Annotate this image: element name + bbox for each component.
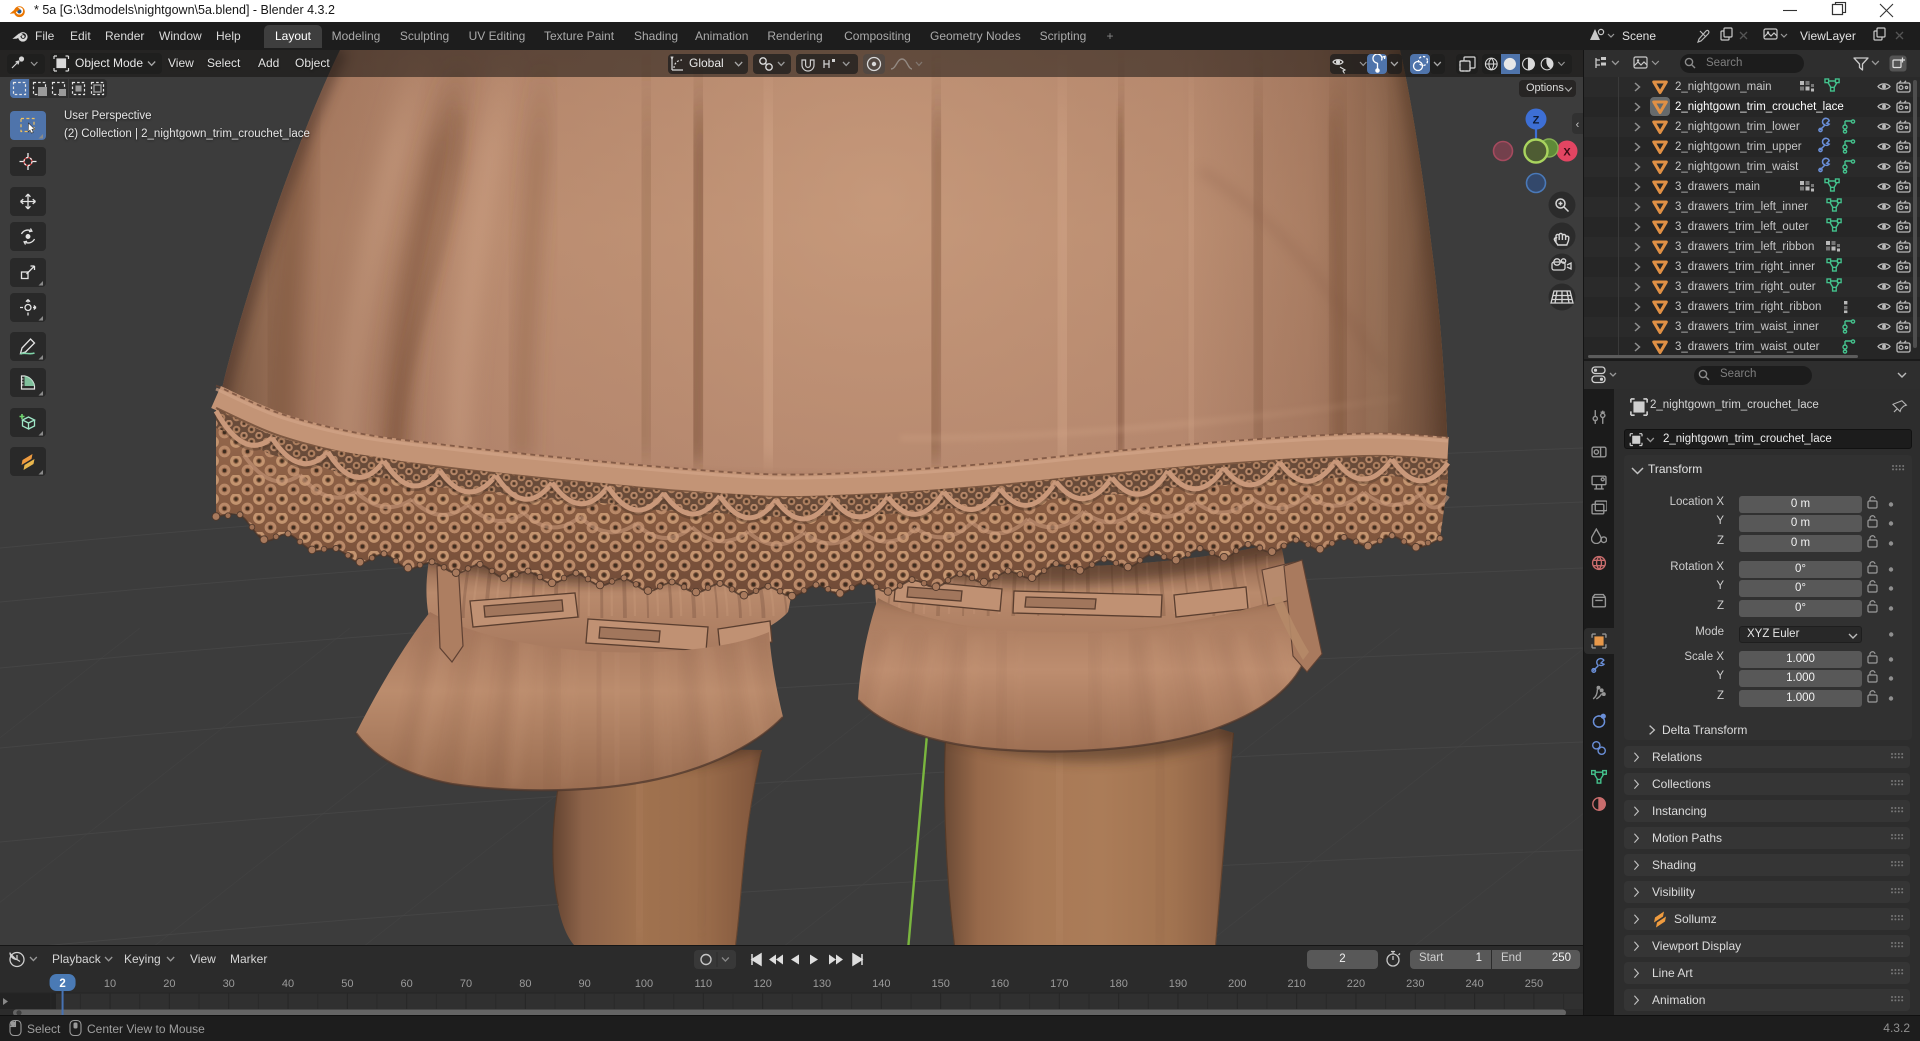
svg-text:100: 100 xyxy=(635,978,653,990)
svg-text:80: 80 xyxy=(519,978,531,990)
svg-text:ViewLayer: ViewLayer xyxy=(1800,29,1856,43)
svg-text:150: 150 xyxy=(931,978,949,990)
svg-text:130: 130 xyxy=(813,978,831,990)
svg-text:240: 240 xyxy=(1465,978,1483,990)
svg-text:170: 170 xyxy=(1050,978,1068,990)
svg-text:50: 50 xyxy=(341,978,353,990)
svg-text:Center View to Mouse: Center View to Mouse xyxy=(87,1022,205,1036)
svg-text:220: 220 xyxy=(1347,978,1365,990)
svg-text:200: 200 xyxy=(1228,978,1246,990)
svg-text:70: 70 xyxy=(460,978,472,990)
svg-text:10: 10 xyxy=(104,978,116,990)
svg-text:190: 190 xyxy=(1169,978,1187,990)
svg-text:250: 250 xyxy=(1525,978,1543,990)
svg-text:Scene: Scene xyxy=(1622,29,1656,43)
svg-text:20: 20 xyxy=(163,978,175,990)
svg-text:X: X xyxy=(1563,147,1571,159)
svg-text:160: 160 xyxy=(991,978,1009,990)
svg-text:90: 90 xyxy=(579,978,591,990)
svg-text:230: 230 xyxy=(1406,978,1424,990)
svg-text:110: 110 xyxy=(695,978,713,990)
svg-text:140: 140 xyxy=(872,978,890,990)
svg-text:180: 180 xyxy=(1109,978,1127,990)
svg-text:Z: Z xyxy=(1533,115,1540,127)
svg-text:60: 60 xyxy=(401,978,413,990)
svg-text:2: 2 xyxy=(59,978,65,990)
svg-text:210: 210 xyxy=(1287,978,1305,990)
svg-text:Select: Select xyxy=(27,1022,61,1036)
svg-text:40: 40 xyxy=(282,978,294,990)
svg-text:30: 30 xyxy=(223,978,235,990)
svg-text:120: 120 xyxy=(753,978,771,990)
